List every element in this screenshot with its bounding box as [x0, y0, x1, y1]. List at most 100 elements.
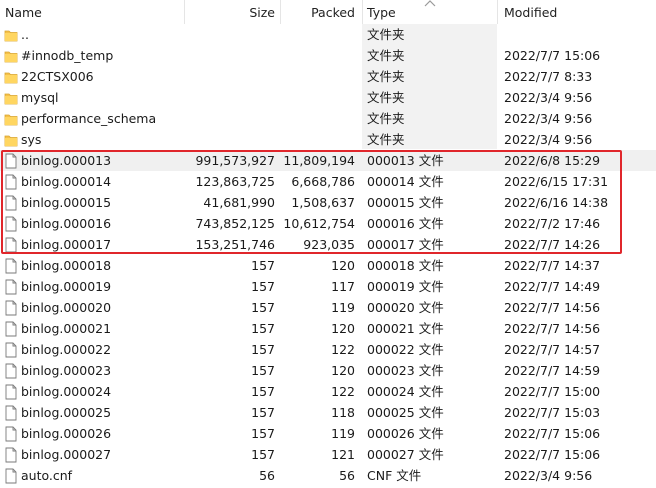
- file-row[interactable]: binlog.000024 157 122 000024 文件 2022/7/7 15:…: [0, 381, 656, 402]
- row-packed: 121: [331, 447, 355, 462]
- column-header-name[interactable]: Name: [5, 0, 42, 24]
- folder-row[interactable]: .. 文件夹: [0, 24, 656, 45]
- row-name: binlog.000016: [21, 216, 112, 231]
- row-modified: 2022/7/7 14:56: [504, 300, 601, 315]
- file-row[interactable]: binlog.000014 123,863,725 6,668,786 000014 …: [0, 171, 656, 192]
- row-name: binlog.000018: [21, 258, 112, 273]
- chevron-up-icon: [424, 0, 436, 7]
- row-name: binlog.000026: [21, 426, 112, 441]
- row-modified: 2022/3/4 9:56: [504, 132, 593, 147]
- row-size: 157: [251, 300, 275, 315]
- row-size: 157: [251, 321, 275, 336]
- file-row[interactable]: binlog.000027 157 121 000027 文件 2022/7/7 15:…: [0, 444, 656, 465]
- file-icon: [4, 153, 18, 169]
- file-icon: [4, 321, 18, 337]
- row-modified: 2022/7/7 15:03: [504, 405, 601, 420]
- row-modified: 2022/7/7 14:57: [504, 342, 601, 357]
- column-header-packed[interactable]: Packed: [311, 0, 355, 24]
- folder-row[interactable]: performance_schema 文件夹 2022/3/4 9:56: [0, 108, 656, 129]
- row-name: auto.cnf: [21, 468, 73, 483]
- row-name: binlog.000015: [21, 195, 112, 210]
- row-type: 000027 文件: [367, 447, 444, 462]
- file-icon: [4, 174, 18, 190]
- row-modified: 2022/7/7 14:37: [504, 258, 601, 273]
- file-icon: [4, 384, 18, 400]
- row-modified: 2022/7/7 15:06: [504, 447, 601, 462]
- column-header-type[interactable]: Type: [367, 0, 396, 24]
- file-row[interactable]: binlog.000022 157 122 000022 文件 2022/7/7 14:…: [0, 339, 656, 360]
- folder-icon: [4, 27, 18, 43]
- row-size: 157: [251, 363, 275, 378]
- file-row[interactable]: auto.cnf 56 56 CNF 文件 2022/3/4 9:56: [0, 465, 656, 486]
- row-packed: 10,612,754: [283, 216, 355, 231]
- file-icon: [4, 237, 18, 253]
- row-name: binlog.000025: [21, 405, 112, 420]
- file-row[interactable]: binlog.000019 157 117 000019 文件 2022/7/7 14:…: [0, 276, 656, 297]
- row-name: binlog.000021: [21, 321, 112, 336]
- file-row[interactable]: binlog.000025 157 118 000025 文件 2022/7/7 15:…: [0, 402, 656, 423]
- row-type: CNF 文件: [367, 468, 422, 483]
- folder-row[interactable]: sys 文件夹 2022/3/4 9:56: [0, 129, 656, 150]
- row-type: 000016 文件: [367, 216, 444, 231]
- row-type: 000017 文件: [367, 237, 444, 252]
- row-size: 41,681,990: [203, 195, 275, 210]
- file-row[interactable]: binlog.000026 157 119 000026 文件 2022/7/7 15:…: [0, 423, 656, 444]
- file-row[interactable]: binlog.000015 41,681,990 1,508,637 000015 文…: [0, 192, 656, 213]
- row-packed: 923,035: [303, 237, 355, 252]
- folder-row[interactable]: #innodb_temp 文件夹 2022/7/7 15:06: [0, 45, 656, 66]
- row-name: sys: [21, 132, 42, 147]
- row-name: performance_schema: [21, 111, 157, 126]
- row-name: binlog.000027: [21, 447, 112, 462]
- row-type: 000025 文件: [367, 405, 444, 420]
- row-size: 157: [251, 279, 275, 294]
- row-modified: 2022/6/16 14:38: [504, 195, 609, 210]
- row-packed: 56: [339, 468, 355, 483]
- file-row[interactable]: binlog.000021 157 120 000021 文件 2022/7/7 14:…: [0, 318, 656, 339]
- row-modified: 2022/7/7 15:00: [504, 384, 601, 399]
- row-packed: 120: [331, 321, 355, 336]
- folder-icon: [4, 132, 18, 148]
- folder-icon: [4, 90, 18, 106]
- file-icon: [4, 258, 18, 274]
- file-icon: [4, 447, 18, 463]
- row-type: 文件夹: [367, 48, 405, 63]
- column-divider[interactable]: [362, 0, 363, 24]
- folder-row[interactable]: 22CTSX006 文件夹 2022/7/7 8:33: [0, 66, 656, 87]
- row-type: 000019 文件: [367, 279, 444, 294]
- column-divider[interactable]: [280, 0, 281, 24]
- row-name: binlog.000017: [21, 237, 112, 252]
- row-packed: 11,809,194: [283, 153, 355, 168]
- column-divider[interactable]: [497, 0, 498, 24]
- folder-row[interactable]: mysql 文件夹 2022/3/4 9:56: [0, 87, 656, 108]
- row-modified: 2022/7/7 14:56: [504, 321, 601, 336]
- row-name: binlog.000013: [21, 153, 112, 168]
- column-header-size[interactable]: Size: [249, 0, 275, 24]
- row-size: 157: [251, 258, 275, 273]
- row-modified: 2022/7/7 14:59: [504, 363, 601, 378]
- row-type: 000018 文件: [367, 258, 444, 273]
- row-type: 000026 文件: [367, 426, 444, 441]
- row-type: 000020 文件: [367, 300, 444, 315]
- file-row[interactable]: binlog.000020 157 119 000020 文件 2022/7/7 14:…: [0, 297, 656, 318]
- row-size: 157: [251, 342, 275, 357]
- row-name: binlog.000022: [21, 342, 112, 357]
- column-header-modified[interactable]: Modified: [504, 0, 557, 24]
- row-type: 文件夹: [367, 132, 405, 147]
- row-packed: 6,668,786: [291, 174, 355, 189]
- row-name: 22CTSX006: [21, 69, 94, 84]
- row-size: 157: [251, 426, 275, 441]
- row-packed: 118: [331, 405, 355, 420]
- file-row[interactable]: binlog.000017 153,251,746 923,035 000017 文件…: [0, 234, 656, 255]
- file-icon: [4, 405, 18, 421]
- row-modified: 2022/7/7 8:33: [504, 69, 593, 84]
- row-modified: 2022/3/4 9:56: [504, 111, 593, 126]
- file-row[interactable]: binlog.000023 157 120 000023 文件 2022/7/7 14:…: [0, 360, 656, 381]
- file-row[interactable]: binlog.000016 743,852,125 10,612,754 000016…: [0, 213, 656, 234]
- file-icon: [4, 468, 18, 484]
- file-row[interactable]: binlog.000013 991,573,927 11,809,194 000013…: [0, 150, 656, 171]
- file-row[interactable]: binlog.000018 157 120 000018 文件 2022/7/7 14:…: [0, 255, 656, 276]
- file-icon: [4, 279, 18, 295]
- column-divider[interactable]: [184, 0, 185, 24]
- row-type: 000014 文件: [367, 174, 444, 189]
- row-type: 000021 文件: [367, 321, 444, 336]
